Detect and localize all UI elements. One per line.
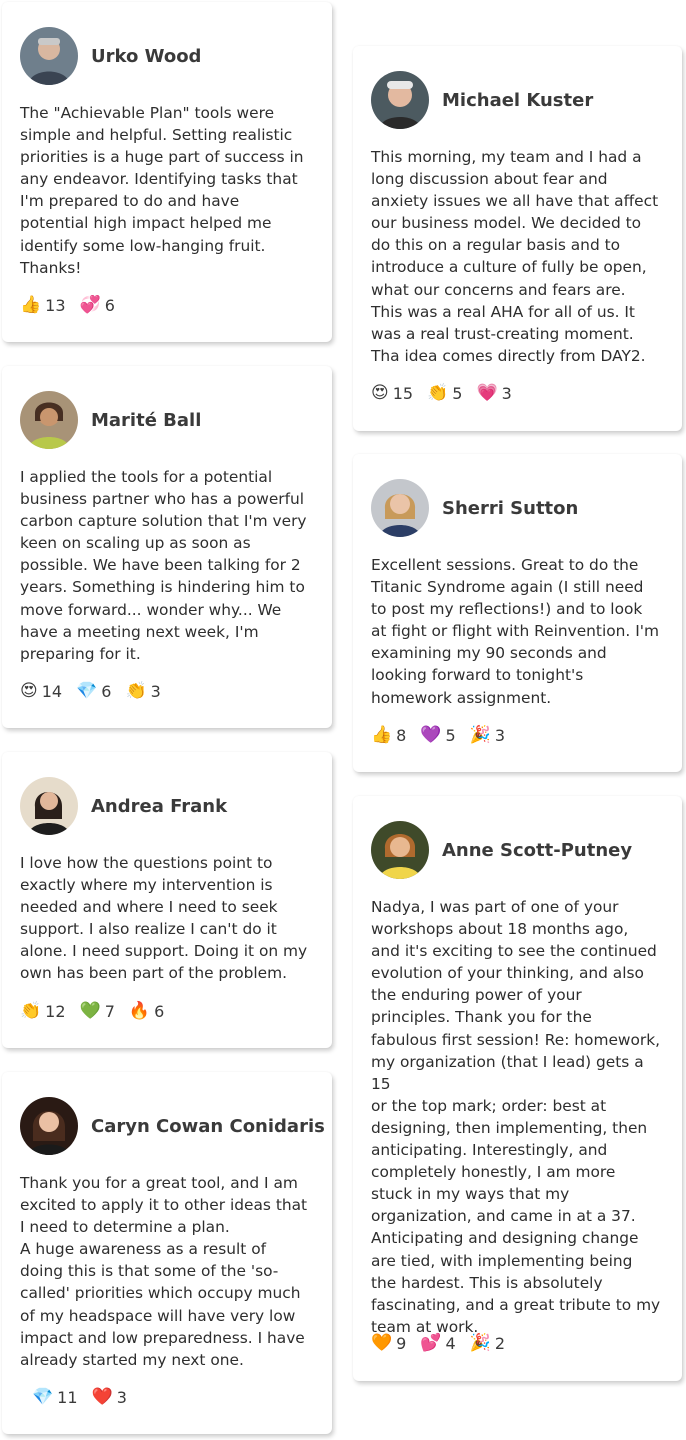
reaction-green-heart[interactable]: 💚 7 bbox=[80, 1002, 115, 1021]
reaction-red-heart[interactable]: ❤️ 3 bbox=[92, 1388, 127, 1407]
reactions-row: 👍 8 💜 5 🎉 3 bbox=[371, 726, 519, 745]
testimonial-card-marite-ball: Marité Ball I applied the tools for a po… bbox=[2, 366, 332, 728]
heart-eyes-icon: 😍 bbox=[371, 383, 389, 403]
reaction-count: 3 bbox=[116, 1388, 127, 1407]
reaction-count: 5 bbox=[445, 726, 456, 745]
reaction-clapping-hands[interactable]: 👏 12 bbox=[20, 1002, 66, 1021]
avatar-michael-kuster bbox=[371, 71, 429, 129]
testimonial-card-sherri-sutton: Sherri Sutton Excellent sessions. Great … bbox=[353, 454, 682, 772]
avatar-andrea-frank bbox=[20, 777, 78, 835]
testimonial-card-michael-kuster: Michael Kuster This morning, my team and… bbox=[353, 46, 682, 431]
avatar-sherri-sutton bbox=[371, 479, 429, 537]
reaction-count: 2 bbox=[494, 1334, 506, 1353]
author-name: Anne Scott-Putney bbox=[442, 839, 633, 861]
reaction-count: 3 bbox=[150, 682, 161, 701]
testimonial-text: Thank you for a great tool, and I am exci… bbox=[20, 1174, 308, 1369]
testimonial-text: Nadya, I was part of one of your workshop… bbox=[371, 898, 661, 1336]
reaction-clapping-hands[interactable]: 👏 5 bbox=[427, 384, 462, 403]
purple-heart-icon: 💜 bbox=[420, 725, 442, 745]
reaction-purple-heart[interactable]: 💜 5 bbox=[420, 726, 455, 745]
sparkling-heart-icon: 💕 bbox=[420, 1333, 442, 1353]
reaction-count: 6 bbox=[104, 296, 115, 315]
orange-heart-icon: 🧡 bbox=[371, 1333, 393, 1353]
reaction-fire[interactable]: 🔥 6 bbox=[129, 1002, 164, 1021]
reaction-party-popper[interactable]: 🎉 3 bbox=[470, 726, 505, 745]
reactions-row: 💎 11 ❤️ 3 bbox=[32, 1388, 141, 1407]
reaction-count: 15 bbox=[392, 384, 414, 403]
reaction-thumbs-up[interactable]: 👍 13 bbox=[20, 296, 66, 315]
avatar-caryn-cowan-conidaris bbox=[20, 1097, 78, 1155]
reaction-gem[interactable]: 💎 6 bbox=[76, 682, 111, 701]
reaction-gem[interactable]: 💎 11 bbox=[32, 1388, 78, 1407]
pink-heart-icon: 💗 bbox=[476, 383, 498, 403]
card-header: Urko Wood bbox=[20, 26, 201, 86]
reaction-count: 14 bbox=[41, 682, 63, 701]
reaction-party-popper[interactable]: 🎉 2 bbox=[470, 1334, 505, 1353]
reaction-orange-heart[interactable]: 🧡 9 bbox=[371, 1334, 406, 1353]
thumbs-up-icon: 👍 bbox=[371, 725, 393, 745]
avatar-anne-scott-putney bbox=[371, 821, 429, 879]
gem-icon: 💎 bbox=[32, 1387, 54, 1407]
card-header: Sherri Sutton bbox=[371, 478, 578, 538]
card-header: Michael Kuster bbox=[371, 70, 593, 130]
author-name: Michael Kuster bbox=[442, 89, 594, 111]
author-name: Urko Wood bbox=[91, 45, 202, 67]
testimonial-text: Excellent sessions. Great to do the Titan… bbox=[371, 556, 659, 707]
reaction-heart-eyes[interactable]: 😍 14 bbox=[20, 682, 62, 701]
reaction-count: 3 bbox=[494, 726, 506, 745]
reactions-row: 👏 12 💚 7 🔥 6 bbox=[20, 1002, 178, 1021]
author-name: Sherri Sutton bbox=[442, 497, 579, 519]
testimonial-text: I love how the questions point to exactly… bbox=[20, 854, 308, 983]
reaction-heart-eyes[interactable]: 😍 15 bbox=[371, 384, 413, 403]
reaction-count: 6 bbox=[154, 1002, 165, 1021]
heart-eyes-icon: 😍 bbox=[20, 681, 38, 701]
author-name: Marité Ball bbox=[91, 409, 202, 431]
party-popper-icon: 🎉 bbox=[469, 725, 491, 745]
reactions-row: 🧡 9 💕 4 🎉 2 bbox=[371, 1334, 519, 1353]
reaction-count: 11 bbox=[57, 1388, 78, 1407]
party-popper-icon: 🎉 bbox=[469, 1333, 491, 1353]
reaction-count: 6 bbox=[101, 682, 112, 701]
reactions-row: 😍 14 💎 6 👏 3 bbox=[20, 682, 175, 701]
reaction-count: 4 bbox=[445, 1334, 456, 1353]
testimonial-card-anne-scott-putney: Anne Scott-Putney Nadya, I was part of o… bbox=[353, 796, 682, 1381]
reaction-count: 3 bbox=[501, 384, 512, 403]
reactions-row: 👍 13 💞 6 bbox=[20, 296, 129, 315]
reactions-row: 😍 15 👏 5 💗 3 bbox=[371, 384, 526, 403]
reaction-count: 13 bbox=[45, 296, 66, 315]
testimonial-text: The "Achievable Plan" tools were simple a… bbox=[20, 104, 304, 277]
reaction-pink-heart[interactable]: 💗 3 bbox=[476, 384, 511, 403]
reaction-thumbs-up[interactable]: 👍 8 bbox=[371, 726, 406, 745]
testimonial-text: I applied the tools for a potential busin… bbox=[20, 468, 307, 663]
red-heart-icon: ❤️ bbox=[91, 1387, 113, 1407]
reaction-count: 9 bbox=[396, 1334, 407, 1353]
sparkling-heart-icon: 💞 bbox=[79, 295, 101, 315]
reaction-clapping-hands[interactable]: 👏 3 bbox=[125, 682, 160, 701]
clapping-hands-icon: 👏 bbox=[125, 681, 147, 701]
clapping-hands-icon: 👏 bbox=[427, 383, 449, 403]
card-header: Caryn Cowan Conidaris bbox=[20, 1096, 325, 1156]
reaction-count: 12 bbox=[45, 1002, 66, 1021]
gem-icon: 💎 bbox=[76, 681, 98, 701]
reaction-two-hearts[interactable]: 💕 4 bbox=[420, 1334, 455, 1353]
reaction-count: 8 bbox=[396, 726, 407, 745]
reaction-count: 7 bbox=[104, 1002, 115, 1021]
avatar-urko-wood bbox=[20, 27, 78, 85]
card-header: Marité Ball bbox=[20, 390, 201, 450]
card-header: Andrea Frank bbox=[20, 776, 227, 836]
reaction-sparkling-heart[interactable]: 💞 6 bbox=[80, 296, 115, 315]
testimonial-card-caryn-cowan-conidaris: Caryn Cowan Conidaris Thank you for a gr… bbox=[2, 1072, 332, 1434]
clapping-hands-icon: 👏 bbox=[20, 1001, 42, 1021]
testimonial-card-urko-wood: Urko Wood The "Achievable Plan" tools we… bbox=[2, 2, 332, 342]
testimonial-text: This morning, my team and I had a long di… bbox=[371, 148, 659, 365]
author-name: Caryn Cowan Conidaris bbox=[91, 1115, 325, 1137]
author-name: Andrea Frank bbox=[91, 795, 228, 817]
green-heart-icon: 💚 bbox=[79, 1001, 101, 1021]
thumbs-up-icon: 👍 bbox=[20, 295, 42, 315]
fire-icon: 🔥 bbox=[128, 1001, 151, 1021]
testimonial-card-andrea-frank: Andrea Frank I love how the questions po… bbox=[2, 752, 332, 1048]
card-header: Anne Scott-Putney bbox=[371, 820, 632, 880]
reaction-count: 5 bbox=[452, 384, 463, 403]
avatar-marite-ball bbox=[20, 391, 78, 449]
